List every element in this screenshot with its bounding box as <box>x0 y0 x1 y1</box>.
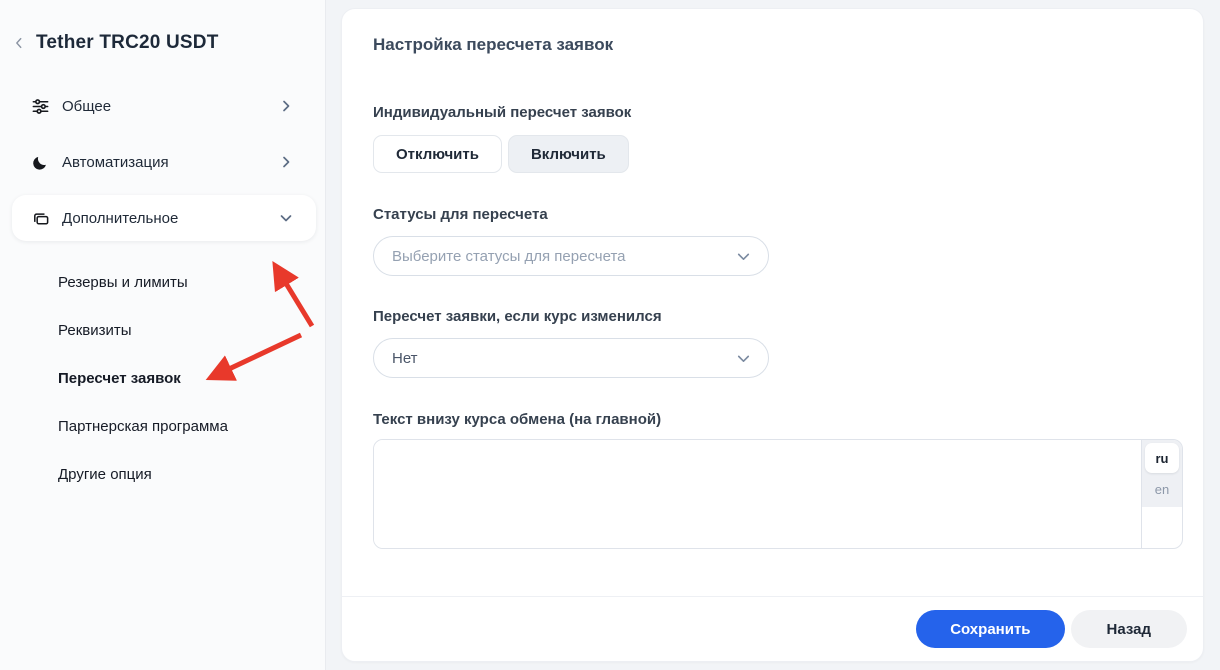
sidebar-subitem-requisites[interactable]: Реквизиты <box>0 306 325 354</box>
subitem-label: Пересчет заявок <box>58 369 181 387</box>
sidebar-item-label: Дополнительное <box>62 209 179 227</box>
sidebar-subitem-other-options[interactable]: Другие опция <box>0 450 325 498</box>
chevron-right-icon <box>278 154 294 170</box>
individual-recalc-label: Индивидуальный пересчет заявок <box>373 104 632 121</box>
sidebar-header: Tether TRC20 USDT <box>0 0 325 54</box>
folders-icon <box>30 208 50 228</box>
language-tabs-column: ru en <box>1141 440 1182 548</box>
sidebar-subitem-reserves[interactable]: Резервы и лимиты <box>0 258 325 306</box>
sidebar: Tether TRC20 USDT Общее Автоматизация До… <box>0 0 326 670</box>
subitem-label: Партнерская программа <box>58 417 228 435</box>
admin-exchange-settings-page: { "sidebar": { "title": "Tether TRC20 US… <box>0 0 1220 670</box>
statuses-select[interactable]: Выберите статусы для пересчета <box>373 236 769 276</box>
page-title: Tether TRC20 USDT <box>36 32 219 53</box>
rate-changed-select-value: Нет <box>392 349 418 367</box>
sidebar-nav: Общее Автоматизация Дополнительное Резер… <box>0 83 325 498</box>
rate-changed-select[interactable]: Нет <box>373 338 769 378</box>
sidebar-item-label: Общее <box>62 97 112 115</box>
chevron-down-icon <box>278 210 294 226</box>
sidebar-item-automation[interactable]: Автоматизация <box>12 139 316 185</box>
bottom-text-textarea[interactable] <box>374 440 1141 548</box>
save-button[interactable]: Сохранить <box>916 610 1065 648</box>
sidebar-item-label: Автоматизация <box>62 153 169 171</box>
sidebar-item-general[interactable]: Общее <box>12 83 316 129</box>
statuses-select-placeholder: Выберите статусы для пересчета <box>392 247 626 265</box>
settings-card: Настройка пересчета заявок Индивидуальны… <box>341 8 1204 662</box>
subitem-label: Резервы и лимиты <box>58 273 188 291</box>
individual-recalc-toggle: Отключить Включить <box>373 135 1181 173</box>
lang-tab-en[interactable]: en <box>1145 474 1179 504</box>
enable-button[interactable]: Включить <box>507 135 629 173</box>
back-icon[interactable] <box>12 36 26 50</box>
chevron-right-icon <box>278 98 294 114</box>
moon-icon <box>30 152 50 172</box>
bottom-text-editor: ru en <box>373 439 1183 549</box>
sidebar-subitem-partner-program[interactable]: Партнерская программа <box>0 402 325 450</box>
language-tabs: ru en <box>1142 440 1182 507</box>
bottom-text-label: Текст внизу курса обмена (на главной) <box>373 411 662 428</box>
lang-tab-ru[interactable]: ru <box>1145 443 1179 473</box>
card-body: Настройка пересчета заявок Индивидуальны… <box>342 9 1203 549</box>
sidebar-item-additional[interactable]: Дополнительное <box>12 195 316 241</box>
card-title: Настройка пересчета заявок <box>373 35 614 54</box>
disable-button[interactable]: Отключить <box>373 135 502 173</box>
chevron-down-icon <box>735 350 752 367</box>
sidebar-subitem-recalculation[interactable]: Пересчет заявок <box>0 354 325 402</box>
card-footer: Сохранить Назад <box>342 596 1203 661</box>
sliders-icon <box>30 96 50 116</box>
chevron-down-icon <box>735 248 752 265</box>
statuses-label: Статусы для пересчета <box>373 206 548 223</box>
back-button[interactable]: Назад <box>1070 610 1187 648</box>
subitem-label: Другие опция <box>58 465 152 483</box>
sidebar-subnav: Резервы и лимиты Реквизиты Пересчет заяв… <box>0 258 325 498</box>
rate-changed-label: Пересчет заявки, если курс изменился <box>373 308 662 325</box>
subitem-label: Реквизиты <box>58 321 132 339</box>
